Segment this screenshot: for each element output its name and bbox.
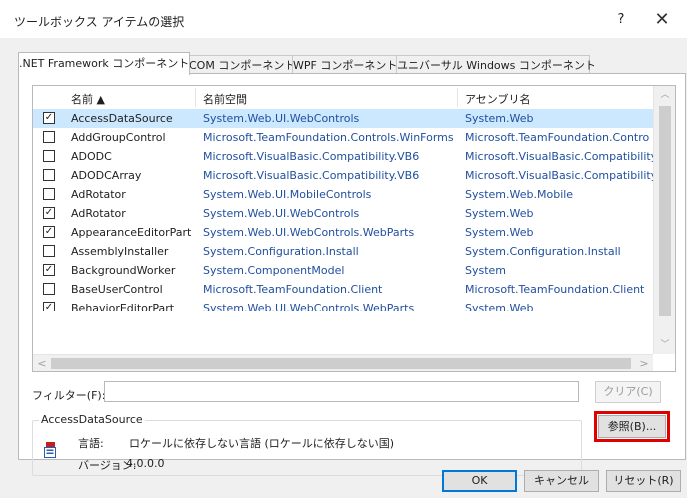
close-button[interactable]: ✕	[645, 8, 679, 32]
component-icon	[44, 442, 56, 458]
row-checkbox[interactable]	[43, 245, 55, 257]
row-name: AddGroupControl	[71, 131, 166, 144]
row-assembly: System.Web	[465, 112, 534, 125]
ok-button[interactable]: OK	[442, 470, 517, 492]
row-assembly: System.Configuration.Install	[465, 245, 621, 258]
row-checkbox[interactable]	[43, 169, 55, 181]
reset-button[interactable]: リセット(R)	[606, 470, 681, 492]
browse-button[interactable]: 参照(B)...	[598, 415, 666, 438]
selected-component-name: AccessDataSource	[39, 413, 145, 426]
row-namespace: System.Web.UI.WebControls.WebParts	[203, 302, 415, 311]
filter-label: フィルター(F):	[32, 389, 106, 402]
component-list[interactable]: 名前 ▲ 名前空間 アセンブリ名 ✓ AccessDataSource Syst…	[32, 85, 676, 372]
row-name: BaseUserControl	[71, 283, 163, 296]
tab-com[interactable]: COM コンポーネント	[188, 55, 295, 75]
version-value: 4.0.0.0	[126, 457, 165, 470]
row-assembly: Microsoft.VisualBasic.Compatibility	[465, 169, 653, 182]
row-name: BehaviorEditorPart	[71, 302, 175, 311]
row-namespace: Microsoft.TeamFoundation.Client	[203, 283, 383, 296]
row-namespace: Microsoft.VisualBasic.Compatibility.VB6	[203, 169, 420, 182]
row-name: ADODC	[71, 150, 112, 163]
scroll-up-icon[interactable]: ︿	[654, 86, 675, 104]
help-button[interactable]: ?	[606, 8, 636, 32]
row-namespace: System.Web.UI.WebControls.WebParts	[203, 226, 415, 239]
table-row[interactable]: ✓ AppearanceEditorPart System.Web.UI.Web…	[33, 223, 653, 242]
tab-panel: 名前 ▲ 名前空間 アセンブリ名 ✓ AccessDataSource Syst…	[18, 73, 686, 476]
row-assembly: System.Web.Mobile	[465, 188, 574, 201]
table-row[interactable]: ADODC Microsoft.VisualBasic.Compatibilit…	[33, 147, 653, 166]
table-row[interactable]: AddGroupControl Microsoft.TeamFoundation…	[33, 128, 653, 147]
vertical-scroll-thumb[interactable]	[659, 106, 671, 316]
row-name: AdRotator	[71, 188, 126, 201]
tab-universal-windows[interactable]: ユニバーサル Windows コンポーネント	[396, 55, 596, 75]
row-namespace: System.Web.UI.WebControls	[203, 112, 360, 125]
row-name: ADODCArray	[71, 169, 142, 182]
window-title: ツールボックス アイテムの選択	[14, 15, 185, 29]
row-checkbox[interactable]	[43, 131, 55, 143]
column-header-name[interactable]: 名前 ▲	[71, 91, 105, 107]
row-namespace: System.Web.UI.MobileControls	[203, 188, 372, 201]
row-assembly: Microsoft.TeamFoundation.Contro	[465, 131, 650, 144]
scroll-right-icon[interactable]: >	[635, 355, 653, 371]
row-assembly: Microsoft.TeamFoundation.Client	[465, 283, 645, 296]
row-assembly: System.Web	[465, 226, 534, 239]
dialog-client-area: .NET Framework コンポーネント COM コンポーネント WPF コ…	[0, 38, 687, 498]
language-label: 言語:	[78, 437, 104, 450]
tab-net-framework[interactable]: .NET Framework コンポーネント	[18, 52, 190, 75]
row-namespace: Microsoft.TeamFoundation.Controls.WinFor…	[203, 131, 454, 144]
table-row[interactable]: AssemblyInstaller System.Configuration.I…	[33, 242, 653, 261]
row-namespace: Microsoft.VisualBasic.Compatibility.VB6	[203, 150, 420, 163]
table-row[interactable]: ✓ AdRotator System.Web.UI.WebControls Sy…	[33, 204, 653, 223]
row-assembly: Microsoft.VisualBasic.Compatibility	[465, 150, 653, 163]
row-checkbox[interactable]: ✓	[43, 302, 55, 311]
row-name: AccessDataSource	[71, 112, 173, 125]
table-row[interactable]: BaseUserControl Microsoft.TeamFoundation…	[33, 280, 653, 299]
filter-input[interactable]	[104, 381, 579, 402]
row-assembly: System	[465, 264, 507, 277]
title-bar: ツールボックス アイテムの選択 ? ✕	[0, 0, 687, 38]
column-header-assembly[interactable]: アセンブリ名	[465, 91, 530, 107]
horizontal-scroll-thumb[interactable]	[51, 358, 631, 369]
table-row[interactable]: ✓ AccessDataSource System.Web.UI.WebCont…	[33, 109, 653, 128]
component-info-group: AccessDataSource 言語: ロケールに依存しない言語 (ロケールに…	[32, 413, 582, 476]
row-name: AdRotator	[71, 207, 126, 220]
row-namespace: System.Configuration.Install	[203, 245, 359, 258]
row-assembly: System.Web	[465, 302, 534, 311]
row-name: BackgroundWorker	[71, 264, 176, 277]
horizontal-scrollbar[interactable]: < >	[33, 354, 653, 371]
clear-button[interactable]: クリア(C)	[595, 381, 661, 403]
column-header-namespace[interactable]: 名前空間	[203, 91, 247, 107]
row-checkbox[interactable]	[43, 283, 55, 295]
table-row[interactable]: AdRotator System.Web.UI.MobileControls S…	[33, 185, 653, 204]
row-name: AssemblyInstaller	[71, 245, 169, 258]
row-checkbox[interactable]: ✓	[43, 112, 55, 124]
table-row[interactable]: ✓ BehaviorEditorPart System.Web.UI.WebCo…	[33, 299, 653, 311]
row-checkbox[interactable]: ✓	[43, 264, 55, 276]
vertical-scrollbar[interactable]: ︿ ﹀	[653, 86, 675, 354]
row-checkbox[interactable]: ✓	[43, 226, 55, 238]
row-checkbox[interactable]	[43, 150, 55, 162]
row-namespace: System.ComponentModel	[203, 264, 345, 277]
list-header: 名前 ▲ 名前空間 アセンブリ名	[33, 86, 675, 110]
table-row[interactable]: ✓ BackgroundWorker System.ComponentModel…	[33, 261, 653, 280]
row-name: AppearanceEditorPart	[71, 226, 192, 239]
browse-button-highlight: 参照(B)...	[594, 411, 670, 442]
row-namespace: System.Web.UI.WebControls	[203, 207, 360, 220]
row-checkbox[interactable]: ✓	[43, 207, 55, 219]
language-value: ロケールに依存しない言語 (ロケールに依存しない国)	[129, 437, 395, 450]
cancel-button[interactable]: キャンセル	[524, 470, 599, 492]
row-assembly: System.Web	[465, 207, 534, 220]
scroll-left-icon[interactable]: <	[33, 355, 51, 371]
row-checkbox[interactable]	[43, 188, 55, 200]
tab-wpf[interactable]: WPF コンポーネント	[292, 55, 398, 75]
table-row[interactable]: ADODCArray Microsoft.VisualBasic.Compati…	[33, 166, 653, 185]
scroll-down-icon[interactable]: ﹀	[654, 336, 675, 354]
